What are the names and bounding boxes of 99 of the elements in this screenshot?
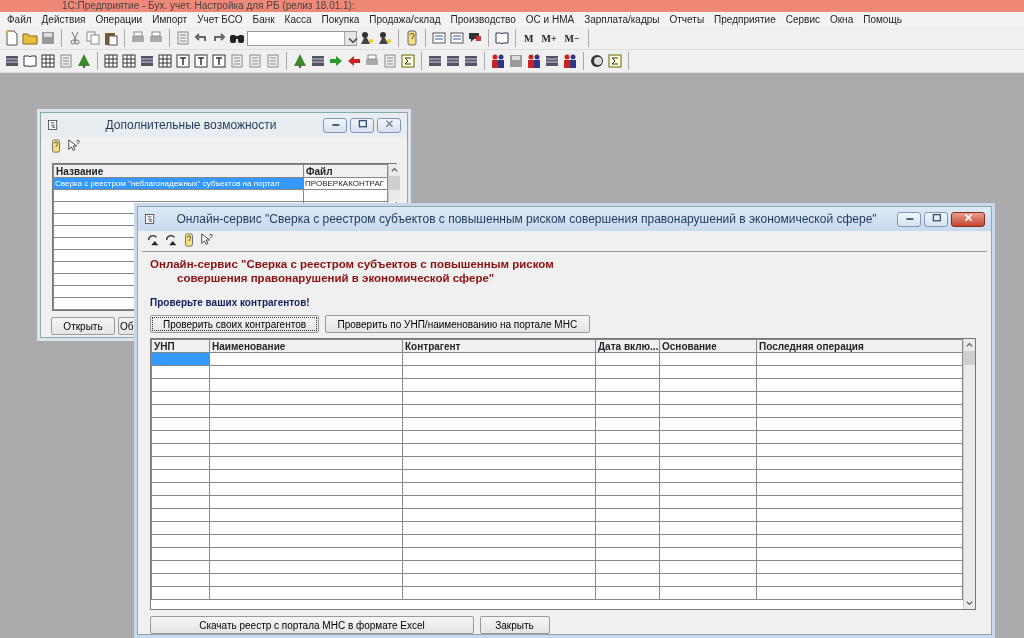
memory-button[interactable]: M <box>521 30 537 46</box>
menu-item[interactable]: Операции <box>90 12 148 27</box>
table-icon[interactable] <box>103 53 119 69</box>
menu-item[interactable]: Предприятие <box>709 12 781 27</box>
menu-item[interactable]: ОС и НМА <box>520 12 580 27</box>
table-cell[interactable] <box>151 417 210 431</box>
scissors-icon[interactable] <box>67 30 83 46</box>
scroll-thumb[interactable] <box>389 176 400 190</box>
help-icon[interactable] <box>182 233 196 247</box>
scrollbar[interactable] <box>963 339 975 609</box>
table-cell[interactable] <box>151 404 210 418</box>
window-title: Онлайн-сервис "Сверка с реестром субъектов с повышенным риском совершения правонарушений в экономической сфере" <box>175 211 878 228</box>
window-icon <box>47 119 59 131</box>
menu-item[interactable]: Действия <box>36 12 91 27</box>
action-button[interactable]: Проверить своих контрагентов <box>150 315 320 333</box>
people-icon[interactable] <box>526 53 542 69</box>
help-icon[interactable] <box>404 30 420 46</box>
sigma-icon[interactable] <box>400 53 416 69</box>
table-cell[interactable] <box>151 521 210 535</box>
scroll-thumb[interactable] <box>964 351 975 365</box>
table-icon[interactable] <box>157 53 173 69</box>
heading-text: совершения правонарушений в экономической сфере" <box>176 271 496 285</box>
memory-button[interactable]: M+ <box>538 30 560 46</box>
clipboard-icon[interactable] <box>103 30 119 46</box>
column-header[interactable]: Наименование <box>209 339 403 353</box>
table-cell[interactable] <box>151 586 210 600</box>
menu-item[interactable]: Помощь <box>858 12 907 27</box>
grid-icon[interactable] <box>463 53 479 69</box>
text-icon[interactable] <box>175 53 191 69</box>
column-header[interactable]: УНП <box>151 339 210 353</box>
grid-icon[interactable] <box>427 53 443 69</box>
table-cell[interactable] <box>151 495 210 509</box>
text-icon[interactable] <box>193 53 209 69</box>
menu-item[interactable]: Продажа/склад <box>364 12 446 27</box>
grid-icon[interactable] <box>4 53 20 69</box>
save-icon[interactable] <box>40 30 56 46</box>
menu-item[interactable]: Файл <box>2 12 37 27</box>
combo-field[interactable] <box>247 30 357 46</box>
left-arrow-icon[interactable] <box>346 53 362 69</box>
search-person-icon[interactable] <box>359 30 375 46</box>
table-cell[interactable] <box>151 443 210 457</box>
tree-icon[interactable] <box>76 53 92 69</box>
column-header[interactable]: Файл <box>303 164 388 178</box>
search-person-icon[interactable] <box>377 30 393 46</box>
menu-item[interactable]: Сервис <box>780 12 825 27</box>
window-title: Дополнительные возможности <box>104 117 278 134</box>
window-title: 1С:Предприятие - Бух. учет. Настройка для РБ (релиз 18.01.1): <box>62 0 355 11</box>
action-button[interactable]: Проверить по УНП/наименованию на портале МНС <box>324 315 591 333</box>
dialog-button[interactable]: Скачать реестр с портала МНС в формате Excel <box>150 616 474 634</box>
right-arrow-icon[interactable] <box>328 53 344 69</box>
menu-item[interactable]: Банк <box>247 12 280 27</box>
table-icon[interactable] <box>40 53 56 69</box>
dialog-button[interactable]: Закрыть <box>479 616 550 634</box>
sigma-icon[interactable] <box>607 53 623 69</box>
grid-icon[interactable] <box>310 53 326 69</box>
grid-icon[interactable] <box>544 53 560 69</box>
table-cell[interactable] <box>151 573 210 587</box>
heading-text: Онлайн-сервис "Сверка с реестром субъектов с повышенным риском <box>150 257 555 271</box>
menu-item[interactable]: Покупка <box>316 12 365 27</box>
minimize-button[interactable] <box>897 211 921 227</box>
table-cell[interactable] <box>151 365 210 379</box>
table-cell[interactable] <box>151 560 210 574</box>
menu-item[interactable]: Зарплата/кадры <box>579 12 665 27</box>
people-icon[interactable] <box>490 53 506 69</box>
table-cell[interactable] <box>151 456 210 470</box>
table-icon[interactable] <box>121 53 137 69</box>
window-icon <box>144 213 156 225</box>
table-cell[interactable]: ПРОВЕРКАКОНТРАГ <box>303 177 388 190</box>
context-help-icon[interactable] <box>200 233 214 247</box>
close-button[interactable] <box>951 211 985 227</box>
column-header[interactable]: Название <box>53 164 304 178</box>
memory-button[interactable]: M− <box>561 30 583 46</box>
menu-item[interactable]: Отчеты <box>664 12 710 27</box>
table-cell[interactable] <box>151 508 210 522</box>
menu-item[interactable]: Импорт <box>147 12 193 27</box>
table-cell[interactable] <box>151 547 210 561</box>
maximize-button[interactable] <box>924 211 948 227</box>
column-header[interactable]: Дата вклю... <box>595 339 660 353</box>
people-icon[interactable] <box>562 53 578 69</box>
table-cell[interactable] <box>151 430 210 444</box>
table-cell[interactable] <box>151 469 210 483</box>
grid-icon[interactable] <box>139 53 155 69</box>
grid-icon[interactable] <box>445 53 461 69</box>
folder-icon[interactable] <box>22 30 38 46</box>
text-icon[interactable] <box>211 53 227 69</box>
menu-item[interactable]: Окна <box>824 12 859 27</box>
menu-item[interactable]: Учет БСО <box>192 12 248 27</box>
tree-icon[interactable] <box>292 53 308 69</box>
table-cell[interactable] <box>151 482 210 496</box>
new-file-icon[interactable] <box>4 30 20 46</box>
column-header[interactable]: Последняя операция <box>756 339 963 353</box>
table-cell[interactable] <box>151 534 210 548</box>
column-header[interactable]: Основание <box>659 339 757 353</box>
menu-item[interactable]: Производство <box>445 12 521 27</box>
prompt-text: Проверьте ваших контрагентов! <box>150 296 311 310</box>
column-header[interactable]: Контрагент <box>402 339 596 353</box>
table-cell[interactable] <box>151 391 210 405</box>
table-cell[interactable] <box>151 378 210 392</box>
menu-item[interactable]: Касса <box>279 12 317 27</box>
